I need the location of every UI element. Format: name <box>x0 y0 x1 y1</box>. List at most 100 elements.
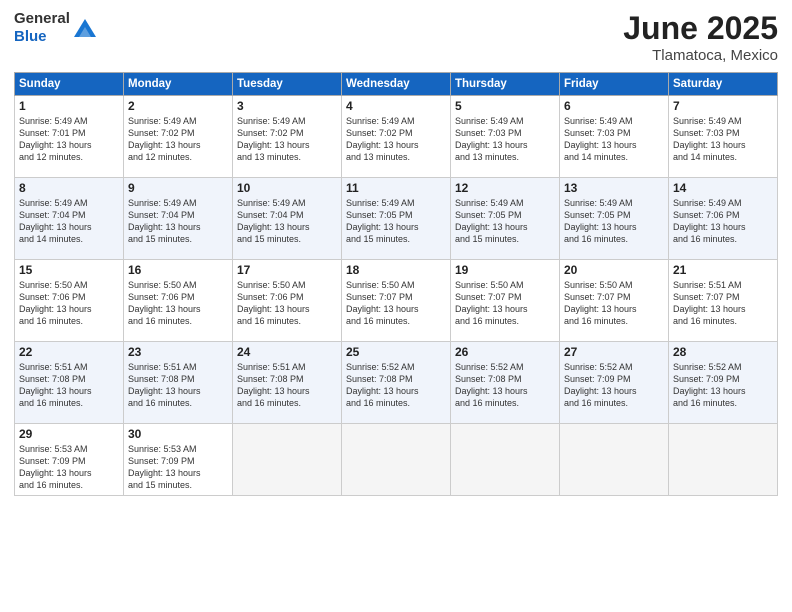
day-number: 20 <box>564 263 664 277</box>
day-number: 27 <box>564 345 664 359</box>
header-monday: Monday <box>124 73 233 96</box>
cell-info: Sunrise: 5:51 AM Sunset: 7:08 PM Dayligh… <box>19 361 119 410</box>
cell-info: Sunrise: 5:49 AM Sunset: 7:06 PM Dayligh… <box>673 197 773 246</box>
calendar-cell: 28 Sunrise: 5:52 AM Sunset: 7:09 PM Dayli… <box>669 342 778 424</box>
calendar-cell: 30Sunrise: 5:53 AM Sunset: 7:09 PM Dayli… <box>124 424 233 496</box>
cell-info: Sunrise: 5:52 AM Sunset: 7:08 PM Dayligh… <box>455 361 555 410</box>
calendar-cell <box>669 424 778 496</box>
day-number: 9 <box>128 181 228 195</box>
calendar-cell: 23 Sunrise: 5:51 AM Sunset: 7:08 PM Dayli… <box>124 342 233 424</box>
cell-info: Sunrise: 5:49 AM Sunset: 7:05 PM Dayligh… <box>455 197 555 246</box>
header-wednesday: Wednesday <box>342 73 451 96</box>
header-sunday: Sunday <box>15 73 124 96</box>
cell-info: Sunrise: 5:52 AM Sunset: 7:09 PM Dayligh… <box>673 361 773 410</box>
calendar-cell: 25Sunrise: 5:52 AM Sunset: 7:08 PM Dayli… <box>342 342 451 424</box>
cell-info: Sunrise: 5:49 AM Sunset: 7:04 PM Dayligh… <box>128 197 228 246</box>
cell-info: Sunrise: 5:49 AM Sunset: 7:02 PM Dayligh… <box>346 115 446 164</box>
day-number: 5 <box>455 99 555 113</box>
day-number: 18 <box>346 263 446 277</box>
calendar-cell <box>560 424 669 496</box>
cell-info: Sunrise: 5:49 AM Sunset: 7:04 PM Dayligh… <box>19 197 119 246</box>
cell-info: Sunrise: 5:49 AM Sunset: 7:03 PM Dayligh… <box>673 115 773 164</box>
cell-info: Sunrise: 5:51 AM Sunset: 7:08 PM Dayligh… <box>237 361 337 410</box>
weekday-header-row: Sunday Monday Tuesday Wednesday Thursday… <box>15 73 778 96</box>
calendar-cell: 22 Sunrise: 5:51 AM Sunset: 7:08 PM Dayli… <box>15 342 124 424</box>
week-row-5: 29Sunrise: 5:53 AM Sunset: 7:09 PM Dayli… <box>15 424 778 496</box>
header-saturday: Saturday <box>669 73 778 96</box>
logo-blue: Blue <box>14 28 47 45</box>
calendar-cell: 7 Sunrise: 5:49 AM Sunset: 7:03 PM Daylig… <box>669 96 778 178</box>
calendar-cell: 10Sunrise: 5:49 AM Sunset: 7:04 PM Dayli… <box>233 178 342 260</box>
calendar-cell: 18 Sunrise: 5:50 AM Sunset: 7:07 PM Dayli… <box>342 260 451 342</box>
cell-info: Sunrise: 5:49 AM Sunset: 7:05 PM Dayligh… <box>564 197 664 246</box>
title-block: June 2025 Tlamatoca, Mexico <box>623 10 778 64</box>
calendar-cell: 8 Sunrise: 5:49 AM Sunset: 7:04 PM Daylig… <box>15 178 124 260</box>
day-number: 1 <box>19 99 119 113</box>
header-thursday: Thursday <box>451 73 560 96</box>
cell-info: Sunrise: 5:49 AM Sunset: 7:03 PM Dayligh… <box>564 115 664 164</box>
header-tuesday: Tuesday <box>233 73 342 96</box>
cell-info: Sunrise: 5:53 AM Sunset: 7:09 PM Dayligh… <box>128 443 228 492</box>
cell-info: Sunrise: 5:52 AM Sunset: 7:09 PM Dayligh… <box>564 361 664 410</box>
day-number: 14 <box>673 181 773 195</box>
day-number: 22 <box>19 345 119 359</box>
calendar-cell <box>451 424 560 496</box>
day-number: 21 <box>673 263 773 277</box>
day-number: 24 <box>237 345 337 359</box>
day-number: 19 <box>455 263 555 277</box>
location: Tlamatoca, Mexico <box>623 47 778 64</box>
day-number: 26 <box>455 345 555 359</box>
calendar-cell <box>342 424 451 496</box>
calendar-cell: 20 Sunrise: 5:50 AM Sunset: 7:07 PM Dayli… <box>560 260 669 342</box>
week-row-4: 22 Sunrise: 5:51 AM Sunset: 7:08 PM Dayli… <box>15 342 778 424</box>
calendar-cell: 6 Sunrise: 5:49 AM Sunset: 7:03 PM Daylig… <box>560 96 669 178</box>
day-number: 16 <box>128 263 228 277</box>
cell-info: Sunrise: 5:50 AM Sunset: 7:07 PM Dayligh… <box>455 279 555 328</box>
calendar-cell: 12 Sunrise: 5:49 AM Sunset: 7:05 PM Dayli… <box>451 178 560 260</box>
day-number: 8 <box>19 181 119 195</box>
cell-info: Sunrise: 5:49 AM Sunset: 7:03 PM Dayligh… <box>455 115 555 164</box>
logo-text-block: General Blue <box>14 10 96 46</box>
calendar-cell: 19 Sunrise: 5:50 AM Sunset: 7:07 PM Dayli… <box>451 260 560 342</box>
month-title: June 2025 <box>623 10 778 47</box>
calendar-cell <box>233 424 342 496</box>
calendar-cell: 21 Sunrise: 5:51 AM Sunset: 7:07 PM Dayli… <box>669 260 778 342</box>
day-number: 12 <box>455 181 555 195</box>
cell-info: Sunrise: 5:50 AM Sunset: 7:06 PM Dayligh… <box>237 279 337 328</box>
calendar-cell: 13 Sunrise: 5:49 AM Sunset: 7:05 PM Dayli… <box>560 178 669 260</box>
calendar-cell: 14 Sunrise: 5:49 AM Sunset: 7:06 PM Dayli… <box>669 178 778 260</box>
day-number: 13 <box>564 181 664 195</box>
logo-wordmark: General Blue <box>14 10 70 46</box>
calendar-cell: 15Sunrise: 5:50 AM Sunset: 7:06 PM Dayli… <box>15 260 124 342</box>
day-number: 28 <box>673 345 773 359</box>
day-number: 2 <box>128 99 228 113</box>
week-row-3: 15 Sunrise: 5:50 AM Sunset: 7:06 PM Dayli… <box>15 260 778 342</box>
calendar-cell: 11Sunrise: 5:49 AM Sunset: 7:05 PM Dayli… <box>342 178 451 260</box>
calendar-cell: 9 Sunrise: 5:49 AM Sunset: 7:04 PM Daylig… <box>124 178 233 260</box>
day-number: 15 <box>19 263 119 277</box>
week-row-2: 8 Sunrise: 5:49 AM Sunset: 7:04 PM Daylig… <box>15 178 778 260</box>
calendar-cell: 4Sunrise: 5:49 AM Sunset: 7:02 PM Daylig… <box>342 96 451 178</box>
cell-info: Sunrise: 5:50 AM Sunset: 7:06 PM Dayligh… <box>128 279 228 328</box>
cell-info: Sunrise: 5:51 AM Sunset: 7:08 PM Dayligh… <box>128 361 228 410</box>
cell-info: Sunrise: 5:50 AM Sunset: 7:07 PM Dayligh… <box>346 279 446 328</box>
cell-info: Sunrise: 5:50 AM Sunset: 7:07 PM Dayligh… <box>564 279 664 328</box>
calendar-cell: 24 Sunrise: 5:51 AM Sunset: 7:08 PM Dayli… <box>233 342 342 424</box>
week-row-1: 1 Sunrise: 5:49 AM Sunset: 7:01 PM Daylig… <box>15 96 778 178</box>
calendar-cell: 26 Sunrise: 5:52 AM Sunset: 7:08 PM Dayli… <box>451 342 560 424</box>
header: General Blue June 2025 Tlamatoca, Mexico <box>14 10 778 64</box>
logo-triangle-icon <box>74 17 96 39</box>
header-friday: Friday <box>560 73 669 96</box>
day-number: 3 <box>237 99 337 113</box>
day-number: 23 <box>128 345 228 359</box>
calendar-cell: 29Sunrise: 5:53 AM Sunset: 7:09 PM Dayli… <box>15 424 124 496</box>
day-number: 6 <box>564 99 664 113</box>
day-number: 7 <box>673 99 773 113</box>
calendar-cell: 27 Sunrise: 5:52 AM Sunset: 7:09 PM Dayli… <box>560 342 669 424</box>
cell-info: Sunrise: 5:49 AM Sunset: 7:02 PM Dayligh… <box>128 115 228 164</box>
cell-info: Sunrise: 5:49 AM Sunset: 7:04 PM Dayligh… <box>237 197 337 246</box>
cell-info: Sunrise: 5:51 AM Sunset: 7:07 PM Dayligh… <box>673 279 773 328</box>
calendar-cell: 1 Sunrise: 5:49 AM Sunset: 7:01 PM Daylig… <box>15 96 124 178</box>
calendar-cell: 16 Sunrise: 5:50 AM Sunset: 7:06 PM Dayli… <box>124 260 233 342</box>
cell-info: Sunrise: 5:49 AM Sunset: 7:01 PM Dayligh… <box>19 115 119 164</box>
